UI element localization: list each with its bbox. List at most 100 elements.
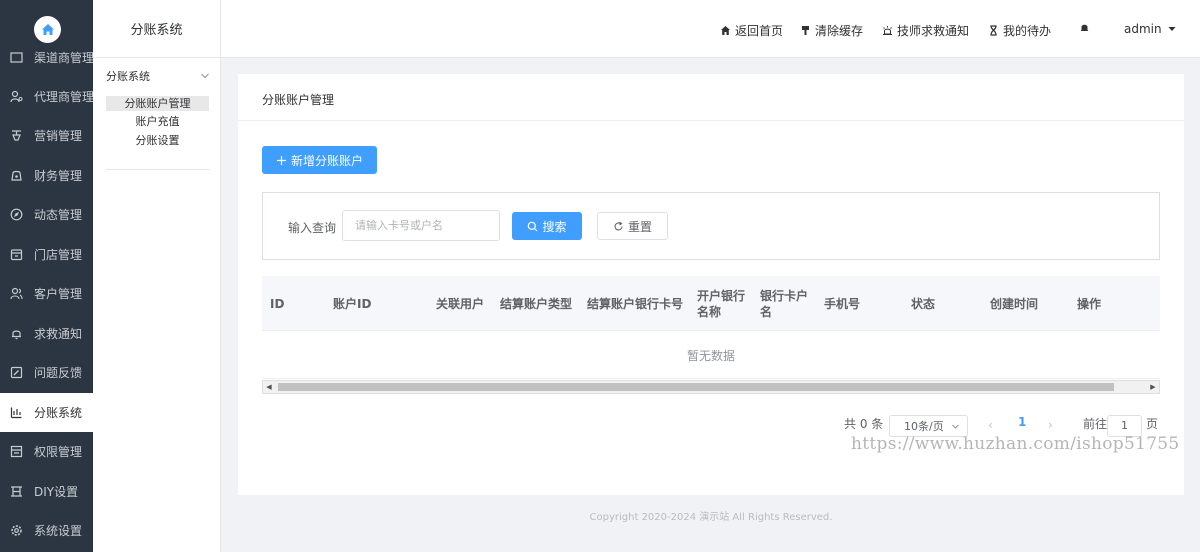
sidebar-item-label: 门店管理 — [34, 248, 83, 262]
column-header: 结算账户类型 — [500, 296, 573, 311]
sub-menu-divider — [106, 169, 210, 170]
sidebar-item-settings[interactable]: 系统设置 — [0, 511, 93, 550]
notification-bell[interactable] — [1079, 22, 1094, 33]
chevron-down-icon — [201, 73, 209, 79]
plus-icon — [276, 155, 286, 165]
tech-alert-label: 技师求救通知 — [897, 24, 970, 38]
gear-icon — [10, 524, 23, 537]
hourglass-icon — [990, 25, 997, 36]
sidebar-item-label: DIY设置 — [34, 485, 79, 499]
sidebar-item-diy[interactable]: DIY设置 — [0, 472, 93, 511]
goto-label: 前往 — [1083, 417, 1108, 431]
title-divider — [238, 120, 1184, 121]
empty-table-message: 暂无数据 — [262, 332, 1160, 379]
sidebar-item-label: 动态管理 — [34, 208, 83, 222]
page-title: 分账账户管理 — [262, 93, 335, 107]
sidebar-item-sos[interactable]: 求救通知 — [0, 314, 93, 353]
column-header: 关联用户 — [436, 296, 485, 311]
add-split-account-button[interactable]: 新增分账账户 — [262, 146, 377, 174]
sub-menu-group-label: 分账系统 — [106, 70, 150, 83]
column-header: 银行卡户名 — [760, 288, 809, 319]
clear-cache-link[interactable]: 清除缓存 — [800, 22, 863, 39]
search-button-label: 搜索 — [542, 219, 567, 234]
sidebar-item-store[interactable]: 门店管理 — [0, 235, 93, 274]
content-card: 分账账户管理 新增分账账户 输入查询 请输入卡号或户名 搜索 重置 ID 账户I… — [238, 74, 1184, 495]
permission-icon — [10, 445, 23, 458]
feedback-icon — [10, 366, 23, 379]
scroll-right-icon[interactable]: ▶ — [1149, 383, 1157, 391]
watermark-text: https://www.huzhan.com/ishop51755 — [851, 434, 1180, 454]
sidebar-item-split-system[interactable]: 分账系统 — [0, 393, 93, 432]
brush-icon — [802, 26, 809, 35]
sidebar-item-label: 渠道商管理 — [34, 51, 93, 65]
copyright-footer: Copyright 2020-2024 演示站 All Rights Reser… — [589, 512, 833, 523]
home-link[interactable]: 返回首页 — [720, 22, 783, 39]
search-icon — [528, 221, 538, 231]
next-page-button[interactable]: › — [1048, 418, 1053, 432]
scrollbar-thumb[interactable] — [278, 383, 1114, 391]
caret-down-icon — [1168, 27, 1176, 31]
marketing-icon — [10, 129, 23, 142]
finance-icon — [10, 169, 23, 182]
alarm-icon — [883, 26, 892, 35]
search-input[interactable]: 请输入卡号或户名 — [342, 210, 500, 241]
sidebar-item-label: 分账系统 — [34, 406, 83, 420]
column-header: 账户ID — [333, 296, 372, 311]
search-button[interactable]: 搜索 — [512, 212, 582, 240]
bell-icon — [1080, 24, 1089, 32]
diy-icon — [10, 485, 23, 498]
reset-button-label: 重置 — [627, 219, 652, 234]
refresh-icon — [614, 221, 623, 230]
column-header: 结算账户银行卡号 — [587, 296, 684, 311]
current-page-number[interactable]: 1 — [1018, 415, 1026, 429]
clear-cache-label: 清除缓存 — [815, 24, 864, 38]
sub-menu-item-split-settings[interactable]: 分账设置 — [106, 133, 209, 148]
total-count: 共 0 条 — [844, 417, 884, 431]
column-header: 创建时间 — [990, 296, 1039, 311]
bell-icon — [10, 327, 23, 340]
user-menu[interactable]: admin — [1124, 22, 1180, 36]
sidebar-item-finance[interactable]: 财务管理 — [0, 156, 93, 195]
sidebar-item-label: 系统设置 — [34, 524, 83, 538]
reset-button[interactable]: 重置 — [597, 212, 668, 240]
prev-page-button[interactable]: ‹ — [988, 418, 993, 432]
todo-link[interactable]: 我的待办 — [988, 22, 1051, 39]
sub-sidebar: 分账系统 分账系统 分账账户管理 账户充值 分账设置 — [93, 0, 221, 552]
page-unit-label: 页 — [1146, 417, 1159, 431]
sidebar-item-dynamics[interactable]: 动态管理 — [0, 195, 93, 234]
sidebar-item-marketing[interactable]: 营销管理 — [0, 116, 93, 155]
sidebar-item-customer[interactable]: 客户管理 — [0, 274, 93, 313]
split-icon — [10, 406, 23, 419]
sub-menu-group[interactable]: 分账系统 — [106, 68, 210, 84]
sidebar-item-label: 问题反馈 — [34, 366, 83, 380]
tech-alert-link[interactable]: 技师求救通知 — [882, 22, 969, 39]
sub-menu-item-account-management[interactable]: 分账账户管理 — [106, 96, 209, 111]
column-header: 手机号 — [824, 296, 861, 311]
home-link-label: 返回首页 — [735, 24, 784, 38]
page-size-value: 10条/页 — [904, 420, 944, 433]
top-header: 返回首页 清除缓存 技师求救通知 我的待办 admin — [221, 0, 1200, 58]
search-panel: 输入查询 请输入卡号或户名 搜索 重置 — [262, 192, 1160, 260]
horizontal-scrollbar[interactable]: ◀ ▶ — [262, 380, 1160, 394]
sidebar-item-agent[interactable]: 代理商管理 — [0, 77, 93, 116]
customer-icon — [10, 287, 23, 300]
user-name: admin — [1124, 22, 1162, 36]
scroll-left-icon[interactable]: ◀ — [265, 383, 273, 391]
sidebar-item-channel[interactable]: 渠道商管理 — [0, 38, 93, 77]
sidebar-item-label: 客户管理 — [34, 287, 83, 301]
query-label: 输入查询 — [288, 221, 337, 235]
column-header: 开户银行名称 — [697, 288, 746, 319]
column-header: 状态 — [911, 296, 936, 311]
todo-label: 我的待办 — [1003, 24, 1052, 38]
add-button-label: 新增分账账户 — [290, 153, 363, 168]
channel-icon — [10, 51, 23, 64]
sidebar-item-label: 营销管理 — [34, 129, 83, 143]
sidebar-item-permission[interactable]: 权限管理 — [0, 432, 93, 471]
column-header: ID — [270, 296, 285, 311]
home-icon — [721, 26, 730, 35]
sub-menu-item-recharge[interactable]: 账户充值 — [106, 114, 209, 129]
sidebar-item-label: 代理商管理 — [34, 90, 93, 104]
chevron-down-icon — [952, 424, 959, 429]
agent-icon — [10, 90, 23, 103]
sidebar-item-feedback[interactable]: 问题反馈 — [0, 353, 93, 392]
